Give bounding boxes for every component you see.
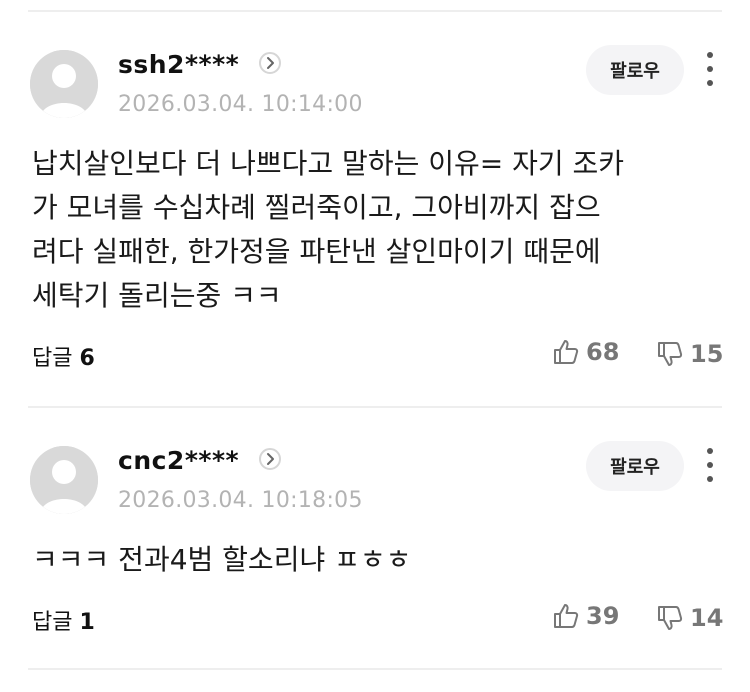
username[interactable]: cnc2**** — [118, 446, 239, 475]
like-count: 68 — [586, 338, 620, 366]
dislike-count: 15 — [690, 340, 724, 368]
avatar[interactable] — [30, 50, 98, 118]
like-count: 39 — [586, 602, 620, 630]
avatar[interactable] — [30, 446, 98, 514]
reply-count: 6 — [79, 346, 95, 371]
top-divider — [28, 10, 722, 12]
comment-body: ㅋㅋㅋ 전과4범 할소리냐 ㅍㅎㅎ — [32, 538, 712, 582]
chevron-right-icon[interactable] — [259, 448, 281, 470]
like-button[interactable]: 68 — [552, 338, 619, 366]
default-avatar-icon — [30, 446, 98, 514]
thumbs-up-icon — [554, 340, 579, 364]
comment-line: 납치살인보다 더 나쁘다고 말하는 이유= 자기 조카 — [32, 147, 625, 180]
dislike-button[interactable]: 15 — [656, 340, 723, 368]
reply-button[interactable]: 답글 1 — [32, 604, 95, 636]
comment-body: 납치살인보다 더 나쁘다고 말하는 이유= 자기 조카 가 모녀를 수십차례 찔… — [32, 142, 712, 318]
timestamp: 2026.03.04. 10:14:00 — [118, 92, 363, 117]
reply-button[interactable]: 답글 6 — [32, 340, 95, 372]
comment-line: ㅋㅋㅋ 전과4범 할소리냐 ㅍㅎㅎ — [32, 543, 412, 576]
thumbs-down-icon — [658, 342, 683, 366]
dislike-count: 14 — [690, 604, 724, 632]
dislike-button[interactable]: 14 — [656, 604, 723, 632]
thumbs-up-icon — [554, 604, 579, 628]
follow-button[interactable]: 팔로우 — [586, 441, 684, 491]
comment-line: 가 모녀를 수십차례 찔러죽이고, 그아비까지 잡으 — [32, 191, 601, 224]
comment-line: 세탁기 돌리는중 ㅋㅋ — [32, 279, 282, 312]
thumbs-down-icon — [658, 606, 683, 630]
follow-button[interactable]: 팔로우 — [586, 45, 684, 95]
chevron-right-icon[interactable] — [259, 52, 281, 74]
reply-count: 1 — [79, 610, 95, 635]
default-avatar-icon — [30, 50, 98, 118]
comment-line: 려다 실패한, 한가정을 파탄낸 살인마이기 때문에 — [32, 235, 601, 268]
comment-divider — [28, 406, 722, 408]
more-vertical-icon[interactable] — [700, 448, 720, 484]
timestamp: 2026.03.04. 10:18:05 — [118, 488, 363, 513]
username[interactable]: ssh2**** — [118, 50, 239, 79]
bottom-divider — [28, 668, 722, 670]
more-vertical-icon[interactable] — [700, 52, 720, 88]
like-button[interactable]: 39 — [552, 602, 619, 630]
reply-label: 답글 — [32, 610, 73, 635]
reply-label: 답글 — [32, 346, 73, 371]
